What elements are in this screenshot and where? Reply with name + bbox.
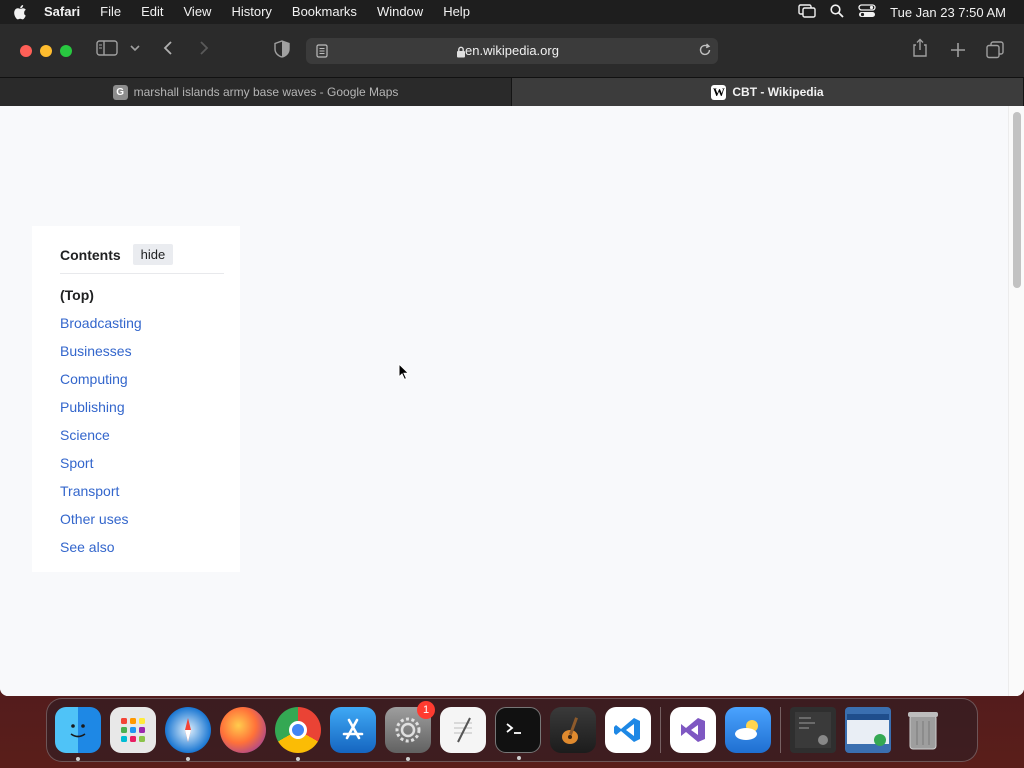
scrollbar[interactable]	[1008, 106, 1024, 696]
url-text: en.wikipedia.org	[465, 43, 559, 58]
menu-help[interactable]: Help	[433, 0, 480, 24]
menu-edit[interactable]: Edit	[131, 0, 173, 24]
zoom-window-button[interactable]	[60, 44, 72, 57]
app-store-icon[interactable]	[330, 707, 376, 753]
firefox-icon[interactable]	[220, 707, 266, 753]
scrollbar-thumb[interactable]	[1013, 112, 1021, 288]
launchpad-icon[interactable]	[110, 707, 156, 753]
sidebar-toggle-icon[interactable]	[96, 40, 118, 56]
tab-overview-icon[interactable]	[986, 41, 1004, 59]
table-of-contents: Contents hide (Top) Broadcasting Busines…	[32, 226, 240, 572]
minimize-window-button[interactable]	[40, 44, 52, 57]
screenshot-thumbnail-2[interactable]	[845, 707, 891, 753]
toc-item-publishing[interactable]: Publishing	[60, 398, 224, 426]
garageband-icon[interactable]	[550, 707, 596, 753]
chevron-down-icon[interactable]	[130, 44, 140, 52]
menu-history[interactable]: History	[221, 0, 281, 24]
toc-item-broadcasting[interactable]: Broadcasting	[60, 314, 224, 342]
toc-item-top[interactable]: (Top)	[60, 286, 224, 314]
menu-view[interactable]: View	[174, 0, 222, 24]
menu-clock[interactable]: Tue Jan 23 7:50 AM	[890, 5, 1006, 20]
menu-bookmarks[interactable]: Bookmarks	[282, 0, 367, 24]
tab-label: marshall islands army base waves - Googl…	[133, 85, 399, 99]
forward-button-icon[interactable]	[198, 40, 210, 56]
safari-icon[interactable]	[165, 707, 211, 761]
share-icon[interactable]	[912, 38, 928, 58]
tab-bar: G marshall islands army base waves - Goo…	[0, 77, 1024, 106]
finder-icon[interactable]	[55, 707, 101, 761]
toc-item-see-also[interactable]: See also	[60, 538, 224, 566]
menu-bar: Safari File Edit View History Bookmarks …	[0, 0, 1024, 24]
screen-mirroring-icon[interactable]	[798, 3, 816, 21]
toc-item-sport[interactable]: Sport	[60, 454, 224, 482]
reload-icon[interactable]	[698, 43, 712, 62]
tab-google-maps[interactable]: G marshall islands army base waves - Goo…	[0, 78, 512, 106]
terminal-icon[interactable]	[495, 707, 541, 760]
mouse-cursor-icon	[398, 362, 410, 386]
safari-window: en.wikipedia.org G marshall islands army…	[0, 24, 1024, 696]
menu-file[interactable]: File	[90, 0, 131, 24]
privacy-shield-icon[interactable]	[274, 40, 290, 58]
search-icon[interactable]	[830, 3, 844, 21]
dock: 1	[46, 698, 978, 762]
menu-window[interactable]: Window	[367, 0, 433, 24]
google-maps-favicon: G	[112, 84, 128, 100]
chrome-icon[interactable]	[275, 707, 321, 761]
page-content: Contents hide (Top) Broadcasting Busines…	[0, 106, 1024, 696]
system-settings-icon[interactable]: 1	[385, 701, 435, 761]
screenshot-thumbnail-1[interactable]	[790, 707, 836, 753]
window-controls	[0, 44, 72, 57]
wikipedia-favicon: W	[711, 84, 727, 100]
toc-item-businesses[interactable]: Businesses	[60, 342, 224, 370]
new-tab-icon[interactable]	[950, 42, 966, 58]
tab-label: CBT - Wikipedia	[732, 85, 824, 99]
toc-header: Contents hide	[60, 244, 224, 274]
vscode-icon[interactable]	[605, 707, 651, 753]
toc-title: Contents	[60, 246, 121, 263]
toc-item-science[interactable]: Science	[60, 426, 224, 454]
notification-badge: 1	[417, 701, 435, 719]
back-button-icon[interactable]	[162, 40, 174, 56]
toc-item-computing[interactable]: Computing	[60, 370, 224, 398]
toc-hide-button[interactable]: hide	[132, 244, 174, 265]
close-window-button[interactable]	[20, 44, 32, 57]
trash-icon[interactable]	[900, 707, 946, 753]
tab-cbt-wikipedia[interactable]: W CBT - Wikipedia	[512, 78, 1024, 106]
dock-separator	[660, 707, 661, 753]
address-bar[interactable]: en.wikipedia.org	[306, 38, 718, 64]
apple-menu-icon[interactable]	[0, 4, 40, 20]
browser-toolbar: en.wikipedia.org	[0, 24, 1024, 77]
control-center-icon[interactable]	[858, 3, 876, 21]
weather-icon[interactable]	[725, 707, 771, 753]
toc-item-other-uses[interactable]: Other uses	[60, 510, 224, 538]
dock-separator	[780, 707, 781, 753]
menu-app-name[interactable]: Safari	[40, 0, 90, 24]
visual-studio-icon[interactable]	[670, 707, 716, 753]
textedit-icon[interactable]	[440, 707, 486, 753]
toc-list: (Top) Broadcasting Businesses Computing …	[60, 286, 224, 566]
toc-item-transport[interactable]: Transport	[60, 482, 224, 510]
